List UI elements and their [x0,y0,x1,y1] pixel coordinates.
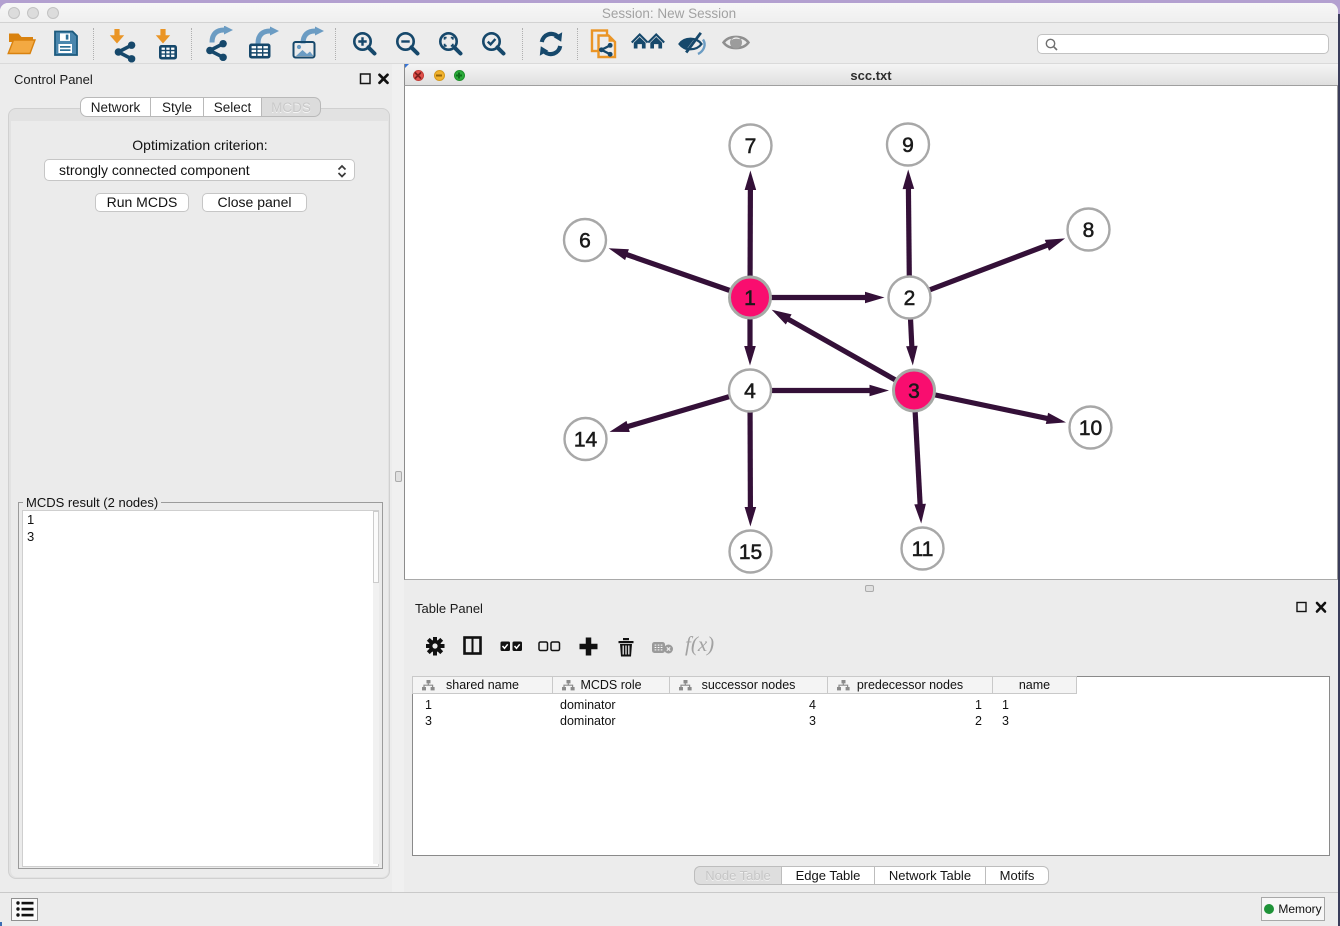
svg-text:8: 8 [1083,219,1095,242]
svg-text:9: 9 [902,134,914,157]
svg-text:4: 4 [744,380,756,403]
svg-text:6: 6 [579,230,591,253]
svg-text:14: 14 [574,429,598,452]
svg-text:11: 11 [912,538,934,561]
svg-text:7: 7 [745,135,757,158]
svg-text:1: 1 [744,287,756,310]
svg-text:3: 3 [908,380,920,403]
svg-text:10: 10 [1079,417,1102,440]
svg-text:2: 2 [904,287,916,310]
svg-text:15: 15 [739,541,762,564]
